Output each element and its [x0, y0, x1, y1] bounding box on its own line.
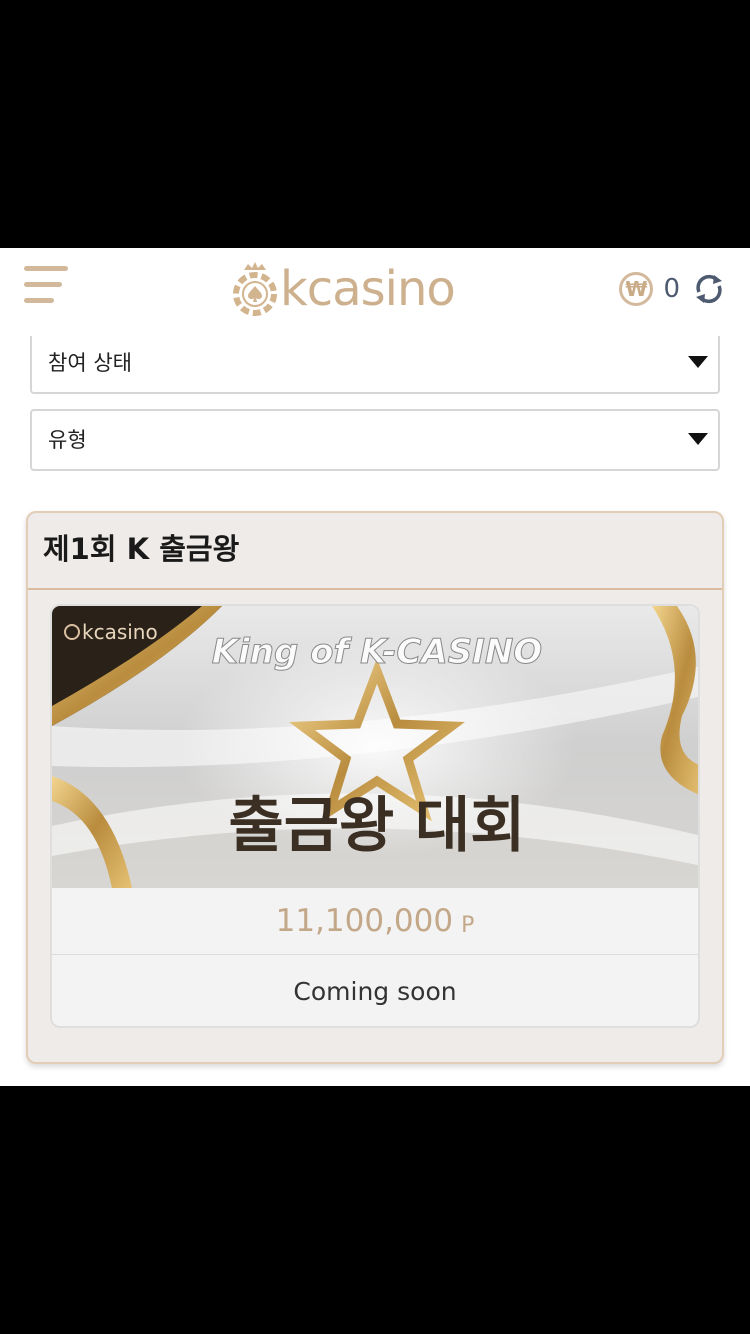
select-label: 유형 [48, 428, 87, 452]
select-label: 참여 상태 [48, 351, 132, 375]
chip-logo-icon [233, 262, 277, 316]
banner-brand: kcasino [82, 620, 158, 644]
event-card[interactable]: 제1회 K 출금왕 kcasino King of K-CASINO 출금왕 대… [26, 511, 724, 1064]
logo[interactable]: kcasino [230, 260, 490, 318]
dropdown-arrow-icon [688, 356, 708, 368]
refresh-icon[interactable] [692, 272, 726, 306]
event-status: Coming soon [293, 977, 457, 1006]
app-screen: 참여 상태 유형 제1회 K 출금왕 kcasino King of K-CAS… [0, 248, 750, 1086]
banner-heading: King of K-CASINO [212, 632, 542, 672]
event-banner[interactable]: kcasino King of K-CASINO 출금왕 대회 [52, 606, 700, 888]
balance-area: ₩ 0 [619, 268, 726, 310]
participation-status-select[interactable]: 참여 상태 [30, 332, 720, 394]
prize-amount: 11,100,000 [275, 903, 454, 939]
event-item[interactable]: kcasino King of K-CASINO 출금왕 대회 11,100,0… [50, 604, 700, 1028]
card-header: 제1회 K 출금왕 [28, 513, 722, 590]
balance-value: 0 [663, 274, 680, 304]
dropdown-arrow-icon [688, 433, 708, 445]
event-title: 제1회 K 출금왕 [43, 532, 240, 566]
app-header: kcasino ₩ 0 [0, 248, 750, 336]
logo-text: kcasino [280, 261, 456, 317]
banner-subheading: 출금왕 대회 [229, 791, 526, 861]
prize-row: 11,100,000 P [52, 888, 698, 955]
menu-icon[interactable] [24, 264, 70, 310]
type-select[interactable]: 유형 [30, 409, 720, 471]
prize-unit: P [461, 912, 475, 938]
won-icon: ₩ [619, 272, 654, 306]
